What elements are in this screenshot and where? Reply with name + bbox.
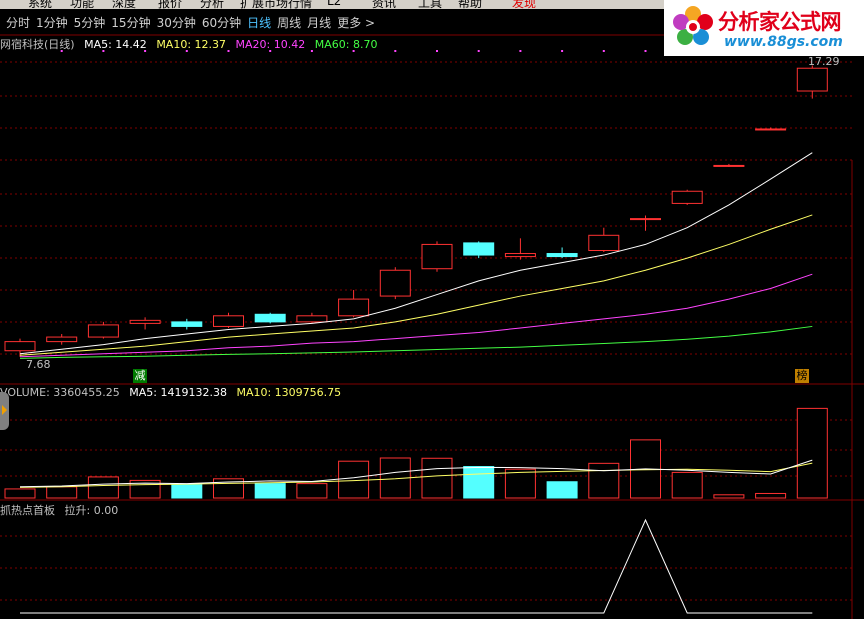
candle-body-18 (755, 128, 787, 131)
candle-body-5 (213, 315, 244, 327)
logo-url: www.88gs.com (724, 34, 843, 50)
candle-body-8 (338, 298, 370, 317)
candle-body-3 (129, 319, 161, 324)
expand-arrow-icon (2, 405, 7, 415)
ma10-label: MA10: 12.37 (156, 38, 227, 51)
ma60-label: MA60: 8.70 (314, 38, 378, 51)
signal-dot-12 (561, 50, 564, 52)
volume-bar-0 (4, 488, 36, 499)
volume-bar-4 (171, 484, 203, 499)
period-tab-1[interactable]: 1分钟 (36, 14, 68, 31)
signal-dot-8 (394, 50, 397, 52)
indicator-value: 拉升: 0.00 (64, 504, 119, 517)
indicator-line (20, 518, 813, 614)
period-tab-2[interactable]: 5分钟 (74, 14, 106, 31)
candle-body-15 (630, 218, 661, 221)
menu-item-4[interactable]: 分析 (200, 0, 224, 9)
menu-item-9[interactable]: 帮助 (458, 0, 482, 9)
candle-body-14 (588, 234, 620, 251)
period-tab-7[interactable]: 周线 (277, 14, 301, 31)
candle-body-12 (504, 253, 536, 258)
menu-item-0[interactable]: 系统 (28, 0, 52, 9)
candle-body-6 (254, 313, 286, 323)
volume-bar-13 (546, 481, 578, 499)
logo-title: 分析家公式网 (718, 10, 842, 34)
signal-dot-14 (644, 50, 647, 52)
indicator-legend: 抓热点首板 拉升: 0.00 (0, 502, 124, 518)
candle-body-7 (296, 315, 328, 323)
vol-ma10-label: MA10: 1309756.75 (236, 386, 342, 399)
candle-body-2 (87, 324, 119, 338)
candle-body-0 (4, 341, 36, 352)
period-tab-3[interactable]: 15分钟 (111, 14, 150, 31)
vol-ma5-label: MA5: 1419132.38 (129, 386, 227, 399)
candle-body-9 (379, 269, 411, 297)
volume-bar-16 (671, 471, 703, 499)
menu-item-6[interactable]: L2 (327, 0, 341, 8)
volume-bar-11 (463, 466, 495, 499)
volume-bar-7 (296, 483, 328, 499)
signal-dot-13 (602, 50, 605, 52)
volume-legend: VOLUME: 3360455.25 MA5: 1419132.38 MA10:… (0, 386, 347, 399)
candle-body-19 (796, 67, 828, 92)
volume-bar-17 (713, 494, 745, 499)
volume-bar-8 (338, 460, 370, 499)
candle-body-16 (671, 190, 703, 204)
volume-bar-18 (755, 492, 787, 499)
ma10-line (19, 214, 813, 356)
candle-body-4 (171, 321, 203, 327)
period-tab-8[interactable]: 月线 (307, 14, 331, 31)
volume-bar-10 (421, 457, 453, 499)
period-tab-4[interactable]: 30分钟 (157, 14, 196, 31)
price-legend: 网宿科技(日线) MA5: 14.42 MA10: 12.37 MA20: 10… (0, 36, 383, 52)
candle-body-13 (546, 253, 578, 258)
signal-dot-9 (436, 50, 438, 52)
volume-bar-6 (254, 483, 286, 499)
period-tab-6[interactable]: 日线 (247, 14, 271, 31)
period-tab-5[interactable]: 60分钟 (202, 14, 241, 31)
volume-bar-14 (588, 462, 620, 499)
site-logo: 分析家公式网 www.88gs.com (664, 0, 864, 56)
volume-bar-1 (46, 486, 78, 499)
period-tab-9[interactable]: 更多 > (337, 14, 375, 31)
volume-bar-12 (504, 468, 536, 499)
menu-item-3[interactable]: 报价 (158, 0, 182, 9)
indicator-name[interactable]: 抓热点首板 (0, 504, 55, 517)
candle-body-17 (713, 164, 745, 167)
candle-body-10 (421, 243, 453, 270)
reduce-tag[interactable]: 减 (133, 369, 147, 383)
chart-canvas[interactable] (0, 0, 864, 619)
candle-body-1 (46, 336, 78, 343)
stock-name[interactable]: 网宿科技(日线) (0, 38, 75, 51)
menu-item-7[interactable]: 资讯 (372, 0, 396, 9)
flower-logo-icon (673, 6, 713, 45)
volume-label: VOLUME: 3360455.25 (0, 386, 120, 399)
rank-tag[interactable]: 榜 (795, 369, 809, 383)
low-price-label: 7.68 (26, 358, 51, 371)
menu-item-2[interactable]: 深度 (112, 0, 136, 9)
ma5-label: MA5: 14.42 (84, 38, 147, 51)
ma20-line (19, 273, 813, 358)
menu-item-8[interactable]: 工具 (418, 0, 442, 9)
menu-item-1[interactable]: 功能 (70, 0, 94, 9)
signal-dot-11 (519, 50, 522, 52)
candle-body-11 (463, 242, 495, 256)
volume-bar-2 (87, 476, 119, 499)
menu-item-5[interactable]: 扩展市场行情 (240, 0, 312, 9)
menu-item-10[interactable]: 发现 (512, 0, 536, 9)
ma20-label: MA20: 10.42 (235, 38, 306, 51)
volume-bar-19 (796, 407, 828, 499)
high-price-label: 17.29 (808, 55, 840, 68)
side-panel-toggle[interactable] (0, 392, 9, 430)
period-tab-0[interactable]: 分时 (6, 14, 30, 31)
signal-dot-10 (477, 50, 480, 52)
